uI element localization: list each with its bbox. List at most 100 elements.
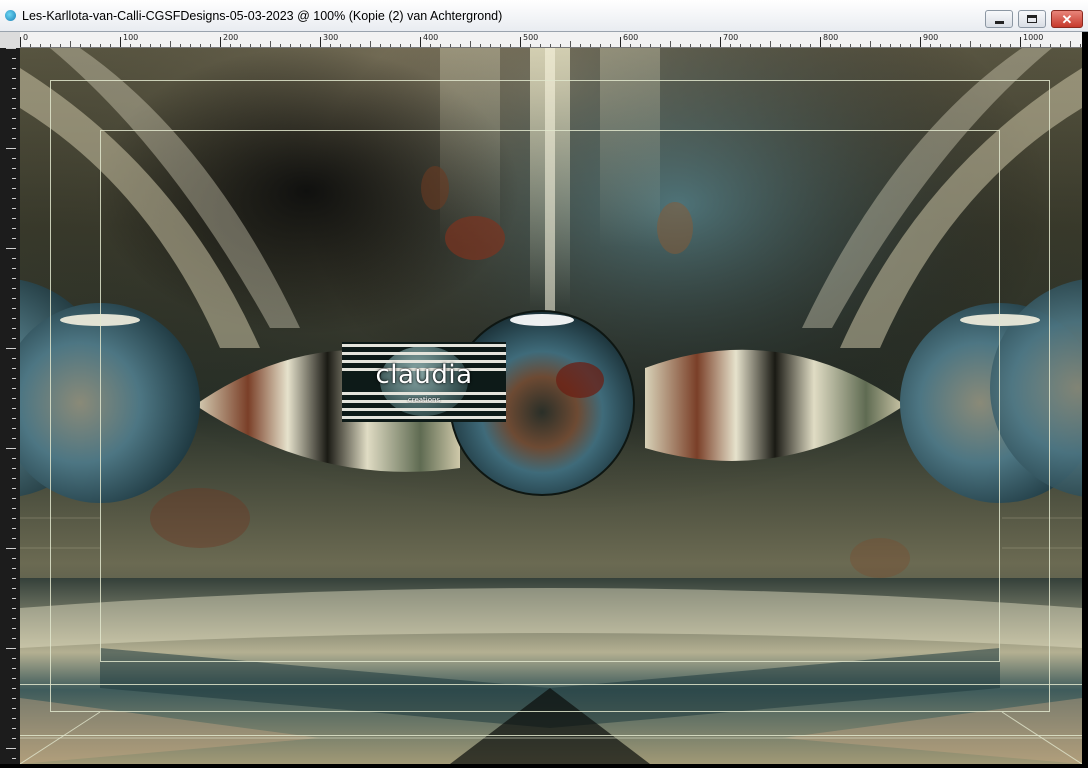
ruler-tick <box>140 44 141 47</box>
ruler-tick <box>12 558 16 559</box>
ruler-tick <box>12 228 16 229</box>
ruler-tick <box>270 41 271 47</box>
ruler-tick <box>12 368 16 369</box>
ruler-tick <box>12 138 16 139</box>
ruler-tick <box>130 44 131 47</box>
ruler-tick <box>12 508 16 509</box>
ruler-tick <box>12 168 16 169</box>
ruler-tick <box>970 41 971 47</box>
ruler-tick <box>430 44 431 47</box>
ruler-corner <box>0 32 20 48</box>
ruler-label: 900 <box>923 33 939 42</box>
app-icon[interactable] <box>5 10 16 21</box>
ruler-tick <box>12 298 16 299</box>
ruler-tick <box>520 37 521 47</box>
watermark-text: claudia <box>375 360 473 390</box>
watermark-logo: claudia creations <box>342 342 506 422</box>
ruler-tick <box>500 44 501 47</box>
ruler-tick <box>980 44 981 47</box>
ruler-tick <box>820 37 821 47</box>
ruler-tick <box>850 44 851 47</box>
ruler-tick <box>150 44 151 47</box>
ruler-tick <box>12 238 16 239</box>
ruler-tick <box>990 44 991 47</box>
ruler-tick <box>12 698 16 699</box>
ruler-tick <box>50 44 51 47</box>
ruler-label: 800 <box>823 33 839 42</box>
ruler-label: 200 <box>223 33 239 42</box>
ruler-tick <box>600 44 601 47</box>
ruler-tick <box>390 44 391 47</box>
ruler-label: 600 <box>623 33 639 42</box>
ruler-tick <box>720 37 721 47</box>
ruler-tick <box>930 44 931 47</box>
ruler-tick <box>810 44 811 47</box>
ruler-tick <box>860 44 861 47</box>
ruler-tick <box>6 348 16 349</box>
vertical-ruler[interactable] <box>0 48 20 764</box>
ruler-tick <box>1060 44 1061 47</box>
ruler-tick <box>1010 44 1011 47</box>
ruler-tick <box>12 128 16 129</box>
ruler-tick <box>40 44 41 47</box>
ruler-tick <box>6 48 16 49</box>
ruler-tick <box>380 44 381 47</box>
ruler-tick <box>1050 44 1051 47</box>
ruler-tick <box>12 208 16 209</box>
ruler-tick <box>490 44 491 47</box>
ruler-tick <box>340 44 341 47</box>
ruler-tick <box>12 408 16 409</box>
ruler-tick <box>12 198 16 199</box>
restore-button[interactable] <box>1018 10 1046 28</box>
ruler-tick <box>12 108 16 109</box>
minimize-button[interactable] <box>985 10 1013 28</box>
ruler-tick <box>910 44 911 47</box>
ruler-tick <box>110 44 111 47</box>
ruler-tick <box>60 44 61 47</box>
ruler-tick <box>740 44 741 47</box>
ruler-tick <box>1070 41 1071 47</box>
ruler-tick <box>12 188 16 189</box>
horizontal-ruler[interactable]: 0 100 200 300 400 500 600 700 800 900 1000 <box>20 32 1082 48</box>
image-canvas[interactable]: claudia creations <box>20 48 1082 764</box>
ruler-tick <box>12 628 16 629</box>
ruler-tick <box>12 708 16 709</box>
ruler-tick <box>12 218 16 219</box>
ruler-tick <box>6 648 16 649</box>
ruler-tick <box>550 44 551 47</box>
ruler-tick <box>12 468 16 469</box>
ruler-tick <box>12 178 16 179</box>
ruler-tick <box>12 518 16 519</box>
ruler-tick <box>330 44 331 47</box>
ruler-tick <box>750 44 751 47</box>
ruler-tick <box>12 598 16 599</box>
ruler-tick <box>12 268 16 269</box>
ruler-tick <box>1080 44 1081 47</box>
ruler-tick <box>320 37 321 47</box>
ruler-tick <box>100 44 101 47</box>
ruler-tick <box>12 728 16 729</box>
ruler-tick <box>760 44 761 47</box>
ruler-tick <box>790 44 791 47</box>
ruler-tick <box>260 44 261 47</box>
ruler-tick <box>310 44 311 47</box>
wm-stripe <box>342 392 506 395</box>
ruler-tick <box>650 44 651 47</box>
ruler-tick <box>12 258 16 259</box>
ruler-tick <box>210 44 211 47</box>
ruler-label: 700 <box>723 33 739 42</box>
ruler-tick <box>12 58 16 59</box>
title-bar[interactable]: Les-Karllota-van-Calli-CGSFDesigns-05-03… <box>0 0 1088 32</box>
ruler-tick <box>12 438 16 439</box>
wm-stripe <box>342 352 506 355</box>
ruler-tick <box>120 37 121 47</box>
ruler-tick <box>12 528 16 529</box>
watermark-subtext: creations <box>407 396 441 404</box>
ruler-tick <box>12 458 16 459</box>
ruler-tick <box>12 538 16 539</box>
ruler-tick <box>12 578 16 579</box>
close-button[interactable]: ✕ <box>1051 10 1083 28</box>
minimize-icon <box>994 20 1004 24</box>
ruler-tick <box>870 41 871 47</box>
ruler-tick <box>660 44 661 47</box>
